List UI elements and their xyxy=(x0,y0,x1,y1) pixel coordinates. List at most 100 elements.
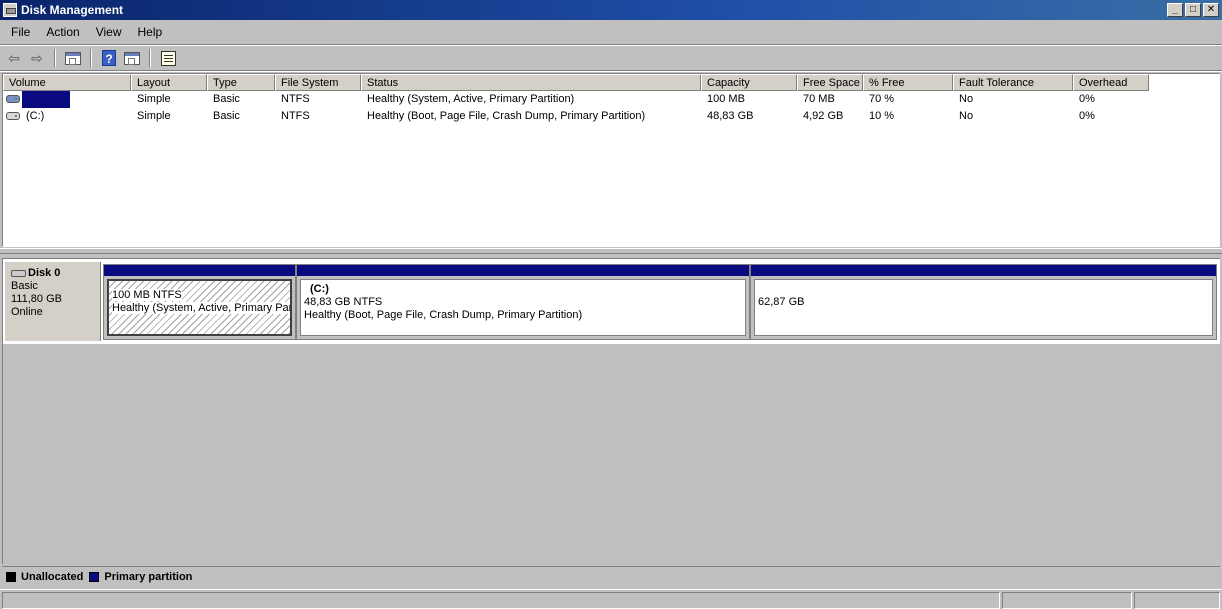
properties-icon xyxy=(160,50,176,66)
cell-fault-tolerance: No xyxy=(959,93,974,105)
partition-unallocated[interactable]: 62,87 GB xyxy=(750,264,1217,340)
legend-label: Primary partition xyxy=(104,570,193,583)
disk-management-icon xyxy=(3,3,17,17)
partition-type-bar xyxy=(751,265,1216,276)
cell-capacity: 100 MB xyxy=(707,93,745,105)
disk-0-label[interactable]: Disk 0 Basic 111,80 GB Online xyxy=(5,262,101,341)
legend-item-unallocated: Unallocated xyxy=(6,571,83,583)
partition-name: (C:) xyxy=(310,283,329,295)
forward-button[interactable]: ⇨ xyxy=(27,48,47,68)
column-header-file-system[interactable]: File System xyxy=(275,74,361,91)
cell-layout: Simple xyxy=(137,110,171,122)
volume-icon xyxy=(6,95,20,103)
column-header-fault-tolerance[interactable]: Fault Tolerance xyxy=(953,74,1073,91)
legend-item-primary-partition: Primary partition xyxy=(89,571,192,583)
table-row[interactable]: (C:) Simple Basic NTFS Healthy (Boot, Pa… xyxy=(3,108,1219,125)
column-header-layout[interactable]: Layout xyxy=(131,74,207,91)
forward-arrow-icon: ⇨ xyxy=(31,49,43,66)
cell-capacity: 48,83 GB xyxy=(707,110,754,122)
column-header-free-space[interactable]: Free Space xyxy=(797,74,863,91)
disk-state: Online xyxy=(11,306,43,318)
status-bar xyxy=(0,589,1222,609)
partition-c[interactable]: (C:) 48,83 GB NTFS Healthy (Boot, Page F… xyxy=(296,264,750,340)
partition-body: 100 MB NTFS Healthy (System, Active, Pri… xyxy=(107,279,292,336)
partition-body: 62,87 GB xyxy=(754,279,1213,336)
cell-type: Basic xyxy=(213,93,240,105)
console-tree-icon xyxy=(65,51,81,65)
cell-free-space: 70 MB xyxy=(803,93,835,105)
window-title: Disk Management xyxy=(21,3,124,17)
toolbar-separator xyxy=(149,49,151,67)
column-header-capacity[interactable]: Capacity xyxy=(701,74,797,91)
toolbar-separator xyxy=(54,49,56,67)
cell-type: Basic xyxy=(213,110,240,122)
volume-icon xyxy=(6,112,20,120)
cell-file-system: NTFS xyxy=(281,110,310,122)
column-header-type[interactable]: Type xyxy=(207,74,275,91)
show-hide-action-pane-button[interactable] xyxy=(122,48,142,68)
toolbar: ⇦ ⇨ ? xyxy=(0,46,1222,70)
show-hide-console-tree-button[interactable] xyxy=(63,48,83,68)
disk-size: 111,80 GB xyxy=(11,293,62,305)
cell-overhead: 0% xyxy=(1079,110,1095,122)
disk-map-empty-area xyxy=(2,344,1220,564)
menu-action[interactable]: Action xyxy=(38,21,87,44)
menu-view[interactable]: View xyxy=(88,21,130,44)
back-button[interactable]: ⇦ xyxy=(4,48,24,68)
menu-bar: File Action View Help xyxy=(0,21,1222,44)
partition-system-reserved[interactable]: 100 MB NTFS Healthy (System, Active, Pri… xyxy=(103,264,296,340)
column-header-status[interactable]: Status xyxy=(361,74,701,91)
status-pane-2 xyxy=(1002,592,1132,609)
menu-help[interactable]: Help xyxy=(130,21,171,44)
cell-volume: (C:) xyxy=(26,110,45,122)
legend: Unallocated Primary partition xyxy=(2,566,1220,586)
window-controls: _ □ ✕ xyxy=(1167,3,1219,17)
properties-button[interactable] xyxy=(158,48,178,68)
disk-map: Disk 0 Basic 111,80 GB Online 100 MB NTF… xyxy=(2,258,1220,344)
partition-status: Healthy (Boot, Page File, Crash Dump, Pr… xyxy=(304,309,583,321)
column-header-volume[interactable]: Volume xyxy=(3,74,131,91)
cell-volume xyxy=(22,91,131,108)
toolbar-separator-line xyxy=(0,70,1222,72)
minimize-button[interactable]: _ xyxy=(1167,3,1183,17)
back-arrow-icon: ⇦ xyxy=(8,49,20,66)
help-button[interactable]: ? xyxy=(99,48,119,68)
cell-percent-free: 10 % xyxy=(869,110,895,122)
cell-free-space: 4,92 GB xyxy=(803,110,844,122)
partition-size: 100 MB NTFS xyxy=(112,289,182,301)
partition-body: (C:) 48,83 GB NTFS Healthy (Boot, Page F… xyxy=(300,279,746,336)
maximize-button[interactable]: □ xyxy=(1185,3,1201,17)
legend-label: Unallocated xyxy=(21,570,84,583)
cell-file-system: NTFS xyxy=(281,93,310,105)
primary-partition-swatch xyxy=(89,571,100,582)
title-bar: Disk Management _ □ ✕ xyxy=(0,0,1222,20)
disk-icon xyxy=(11,270,26,277)
column-header-overhead[interactable]: Overhead xyxy=(1073,74,1149,91)
cell-percent-free: 70 % xyxy=(869,93,895,105)
action-pane-icon xyxy=(124,51,140,65)
disk-type: Basic xyxy=(11,280,38,292)
cell-layout: Simple xyxy=(137,93,171,105)
partition-size: 62,87 GB xyxy=(758,296,805,308)
unallocated-swatch xyxy=(6,571,16,582)
cell-status: Healthy (System, Active, Primary Partiti… xyxy=(367,93,575,105)
table-row[interactable]: Simple Basic NTFS Healthy (System, Activ… xyxy=(3,91,1219,108)
partition-type-bar xyxy=(297,265,749,276)
cell-status: Healthy (Boot, Page File, Crash Dump, Pr… xyxy=(367,110,646,122)
disk-name: Disk 0 xyxy=(28,267,61,279)
cell-overhead: 0% xyxy=(1079,93,1095,105)
partition-type-bar xyxy=(104,265,295,276)
close-button[interactable]: ✕ xyxy=(1203,3,1219,17)
partition-status: Healthy (System, Active, Primary Par xyxy=(112,302,292,314)
partition-size: 48,83 GB NTFS xyxy=(304,296,383,308)
pane-splitter[interactable] xyxy=(0,248,1222,254)
cell-fault-tolerance: No xyxy=(959,110,974,122)
help-icon: ? xyxy=(102,50,116,66)
status-pane-main xyxy=(2,592,1000,609)
volume-list[interactable]: Volume Layout Type File System Status Ca… xyxy=(2,73,1220,247)
toolbar-separator xyxy=(90,49,92,67)
menu-file[interactable]: File xyxy=(3,21,38,44)
column-header-percent-free[interactable]: % Free xyxy=(863,74,953,91)
status-pane-3 xyxy=(1134,592,1220,609)
volume-list-header: Volume Layout Type File System Status Ca… xyxy=(3,74,1219,91)
